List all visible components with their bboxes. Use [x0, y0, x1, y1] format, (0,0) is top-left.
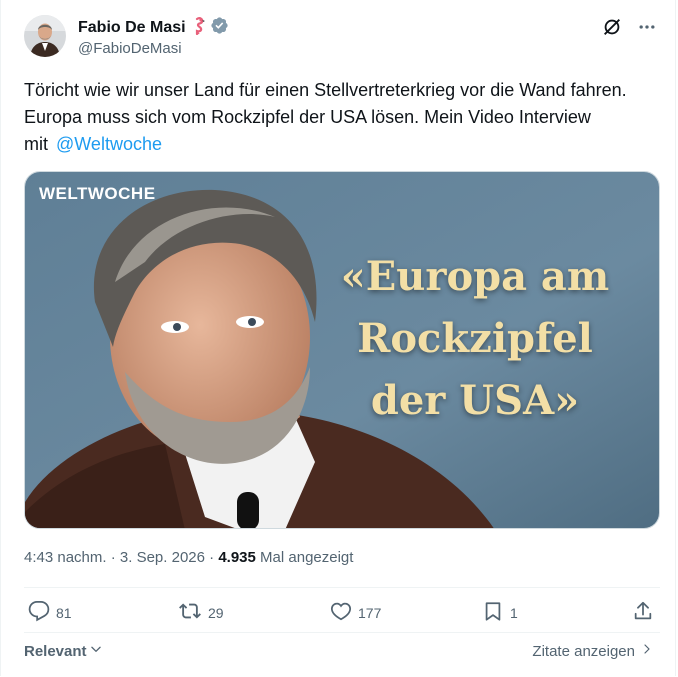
media-headline-line: Rockzipfel	[357, 315, 593, 362]
retweet-button[interactable]: 29	[178, 600, 224, 625]
media-headline-line: der USA»	[370, 377, 580, 424]
author-name-row[interactable]: Fabio De Masi	[78, 16, 229, 40]
tweet-date[interactable]: 3. Sep. 2026	[120, 549, 205, 566]
tweet-card: Fabio De Masi @FabioDeMasi Töricht wie w…	[0, 0, 676, 676]
verified-badge-icon[interactable]	[210, 16, 229, 40]
sort-label: Relevant	[24, 642, 87, 660]
more-icon[interactable]	[637, 17, 657, 42]
tweet-time[interactable]: 4:43 nachm.	[24, 549, 107, 566]
author-handle[interactable]: @FabioDeMasi	[78, 40, 182, 57]
avatar[interactable]	[24, 15, 66, 57]
view-label: Mal angezeigt	[260, 549, 354, 566]
meta-separator: ·	[209, 549, 215, 566]
action-bar: 81 29 177 1	[24, 600, 660, 630]
chevron-right-icon	[641, 642, 653, 660]
header-actions	[601, 16, 657, 43]
reply-count: 81	[56, 604, 72, 621]
bookmark-icon	[482, 600, 504, 625]
divider	[24, 587, 660, 588]
retweet-icon	[178, 600, 202, 625]
heart-icon	[330, 600, 352, 625]
author-name[interactable]: Fabio De Masi	[78, 19, 186, 37]
share-button[interactable]	[632, 600, 654, 625]
grok-icon[interactable]	[601, 16, 623, 43]
media-brand: WELTWOCHE	[39, 184, 156, 203]
like-button[interactable]: 177	[330, 600, 381, 625]
divider	[24, 632, 660, 633]
bookmark-count: 1	[510, 604, 518, 621]
meta-separator: ·	[110, 549, 116, 566]
tweet-text: Töricht wie wir unser Land für einen Ste…	[24, 77, 644, 158]
like-count: 177	[358, 604, 382, 621]
share-icon	[632, 600, 654, 625]
view-quotes-label: Zitate anzeigen	[532, 642, 635, 660]
view-quotes-link[interactable]: Zitate anzeigen	[532, 642, 653, 660]
reply-button[interactable]: 81	[28, 600, 72, 625]
tweet-media-image[interactable]: WELTWOCHE «Europa am Rockzipfel der USA»	[24, 171, 660, 529]
chevron-down-icon	[89, 642, 103, 660]
bookmark-button[interactable]: 1	[482, 600, 518, 625]
view-count: 4.935	[218, 549, 256, 566]
tweet-meta: 4:43 nachm. · 3. Sep. 2026 · 4.935 Mal a…	[24, 549, 353, 566]
flamingo-icon	[190, 16, 206, 40]
sort-dropdown[interactable]: Relevant	[24, 642, 103, 660]
media-headline: «Europa am Rockzipfel der USA»	[305, 246, 645, 432]
mention-link[interactable]: @Weltwoche	[56, 134, 162, 154]
reply-icon	[28, 600, 50, 625]
media-headline-line: «Europa am	[340, 253, 610, 300]
retweet-count: 29	[208, 604, 224, 621]
